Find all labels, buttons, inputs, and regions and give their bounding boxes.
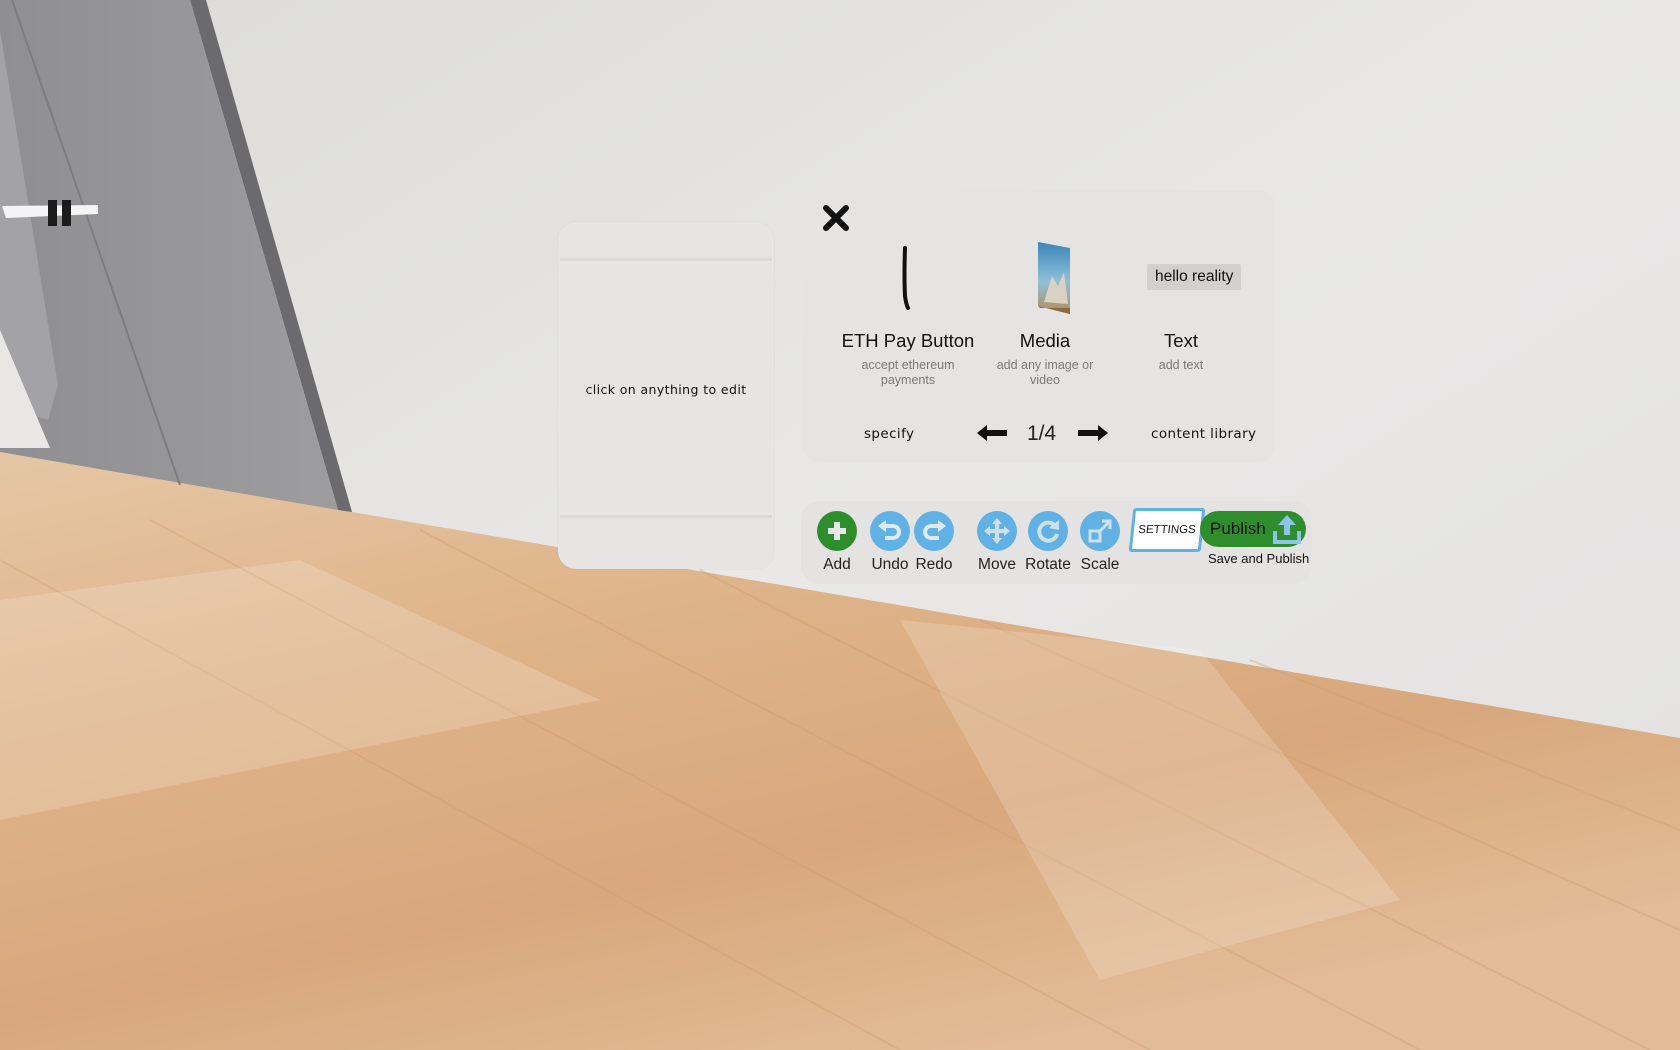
menu-item-title: ETH Pay Button	[841, 330, 975, 351]
menu-item-desc: add text	[1158, 358, 1204, 372]
media-thumbnail-icon[interactable]	[1036, 242, 1072, 314]
move-button[interactable]: Move	[975, 511, 1019, 574]
add-menu-panel: hello reality ETH Pay Button accept ethe…	[803, 190, 1275, 462]
content-library-link[interactable]: content library	[1151, 426, 1256, 442]
undo-icon[interactable]	[870, 511, 910, 551]
undo-label: Undo	[871, 556, 909, 573]
menu-item-text[interactable]: Text add text	[1111, 330, 1251, 373]
edit-panel: click on anything to edit	[558, 222, 774, 569]
scale-button[interactable]: Scale	[1077, 511, 1123, 574]
undo-button[interactable]: Undo	[869, 511, 911, 574]
menu-item-title: Media	[1019, 330, 1071, 351]
text-preview[interactable]: hello reality	[1147, 264, 1242, 290]
upload-icon	[1272, 515, 1301, 544]
redo-icon[interactable]	[914, 511, 954, 551]
edit-panel-divider-bottom	[560, 515, 772, 518]
rotate-icon[interactable]	[1028, 511, 1068, 551]
menu-item-desc: accept ethereum payments	[861, 358, 955, 387]
rotate-label: Rotate	[1025, 556, 1071, 573]
rotate-button[interactable]: Rotate	[1025, 511, 1071, 574]
settings-button[interactable]: SETTINGS	[1128, 508, 1206, 552]
redo-button[interactable]: Redo	[913, 511, 955, 574]
add-button[interactable]: Add	[817, 511, 857, 574]
redo-label: Redo	[915, 556, 953, 573]
move-label: Move	[978, 556, 1016, 573]
close-icon[interactable]	[821, 203, 851, 233]
menu-item-desc: add any image or video	[996, 358, 1094, 387]
add-icon[interactable]	[817, 511, 857, 551]
move-icon[interactable]	[977, 511, 1017, 551]
arrow-right-icon[interactable]	[1076, 424, 1110, 442]
publish-label: Publish	[1210, 519, 1266, 538]
menu-item-eth-pay-button[interactable]: ETH Pay Button accept ethereum payments	[838, 330, 978, 388]
menu-item-media[interactable]: Media add any image or video	[975, 330, 1115, 388]
specify-link[interactable]: specify	[864, 426, 914, 442]
menu-item-title: Text	[1164, 330, 1198, 351]
add-label: Add	[823, 556, 851, 573]
arrow-left-icon[interactable]	[975, 424, 1009, 442]
edit-hint: click on anything to edit	[585, 382, 747, 397]
editor-toolbar: Add Undo Redo Move Rotate Scale SETTINGS…	[801, 501, 1312, 584]
scale-icon[interactable]	[1080, 511, 1120, 551]
publish-subtitle: Save and Publish	[1208, 551, 1310, 566]
edit-panel-divider-top	[560, 258, 772, 261]
scale-label: Scale	[1080, 556, 1120, 573]
publish-button[interactable]: Publish	[1200, 511, 1306, 547]
page-indicator: 1/4	[1027, 422, 1057, 445]
pay-button-preview-icon[interactable]	[901, 246, 913, 312]
